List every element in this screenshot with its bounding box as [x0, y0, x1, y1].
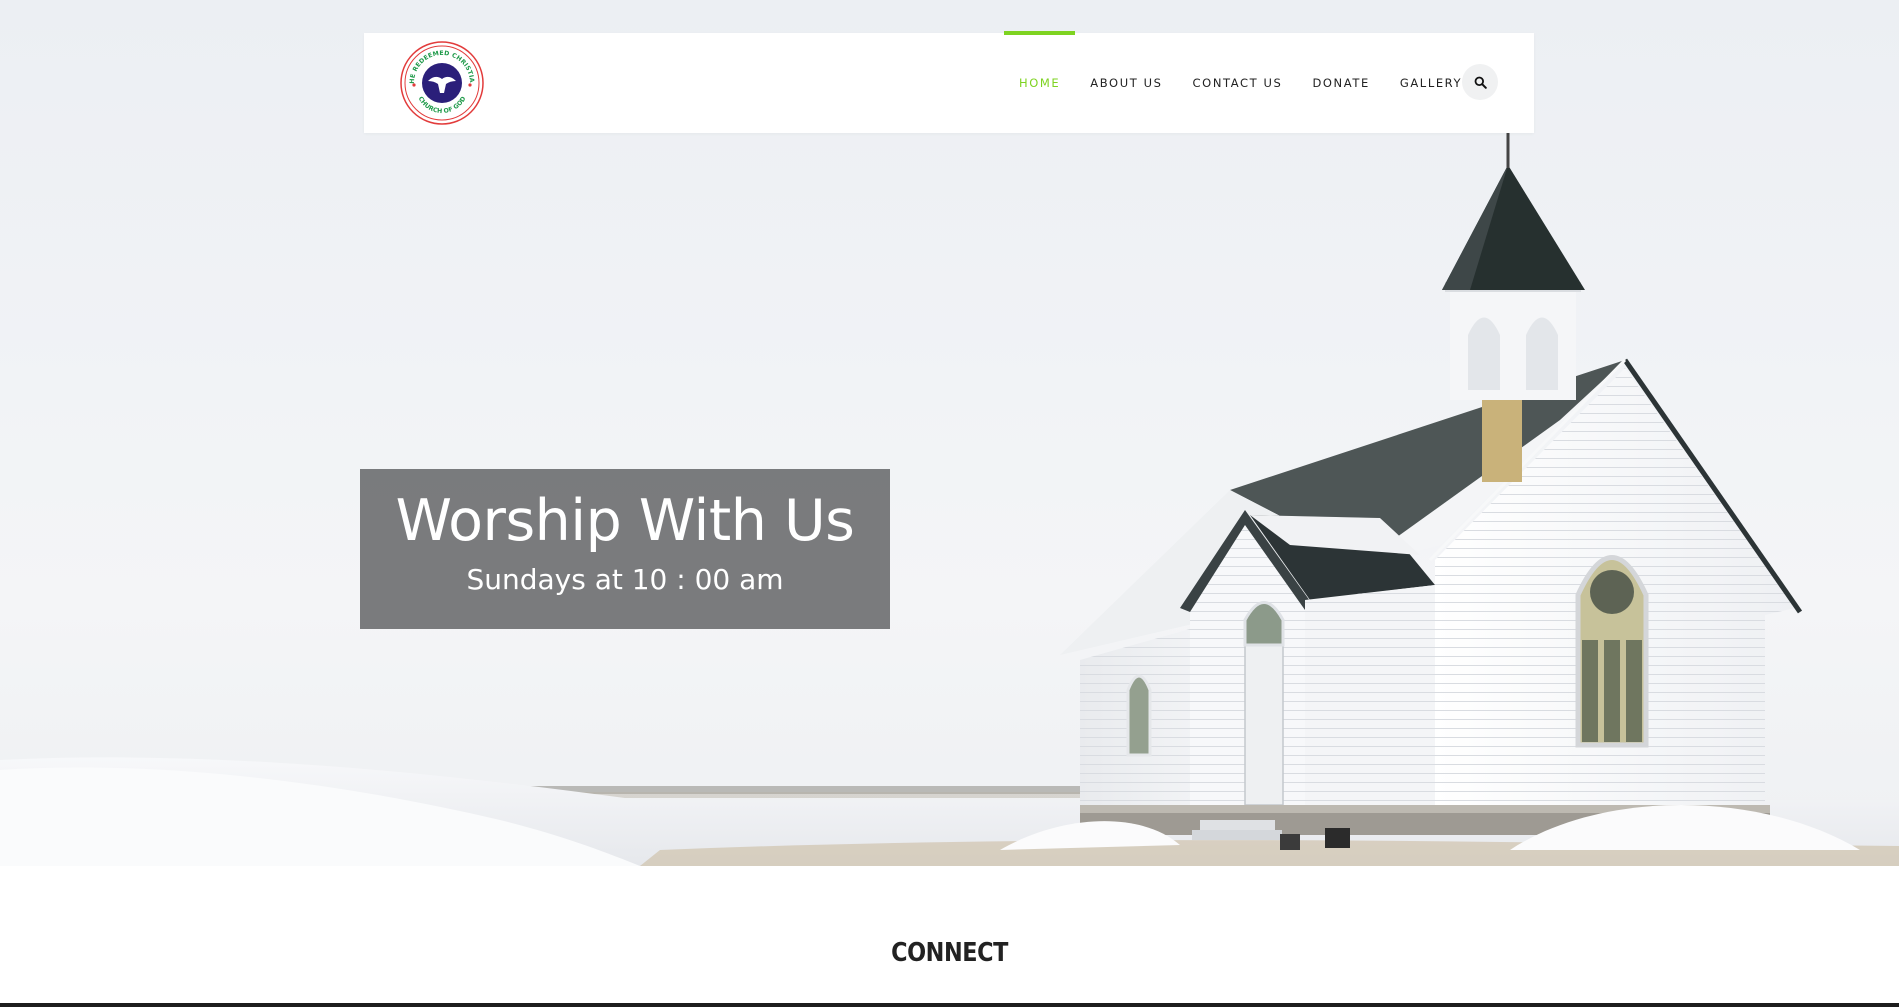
- nav-donate-label: DONATE: [1312, 76, 1370, 90]
- nav-contact-us[interactable]: CONTACT US: [1178, 33, 1298, 133]
- nav-home-label: HOME: [1019, 76, 1061, 90]
- hero-title: Worship With Us: [395, 488, 855, 554]
- section-title-connect: CONNECT: [891, 938, 1008, 968]
- section-divider: [0, 1003, 1899, 1007]
- church-logo[interactable]: THE REDEEMED CHRISTIAN CHURCH OF GOD: [400, 41, 484, 125]
- nav-contact-us-label: CONTACT US: [1192, 76, 1283, 90]
- nav-about-us[interactable]: ABOUT US: [1075, 33, 1177, 133]
- nav-about-us-label: ABOUT US: [1090, 76, 1163, 90]
- site-header: THE REDEEMED CHRISTIAN CHURCH OF GOD HOM…: [364, 31, 1534, 133]
- nav-home[interactable]: HOME: [1004, 31, 1076, 133]
- search-icon: [1474, 76, 1487, 89]
- hero-caption-box: Worship With Us Sundays at 10 : 00 am: [360, 469, 890, 629]
- search-button[interactable]: [1462, 64, 1498, 100]
- nav-gallery-label: GALLERY: [1399, 76, 1463, 90]
- nav-donate[interactable]: DONATE: [1297, 33, 1384, 133]
- hero-subtitle: Sundays at 10 : 00 am: [466, 563, 784, 596]
- main-nav: HOME ABOUT US CONTACT US DONATE GALLERY: [1004, 31, 1477, 133]
